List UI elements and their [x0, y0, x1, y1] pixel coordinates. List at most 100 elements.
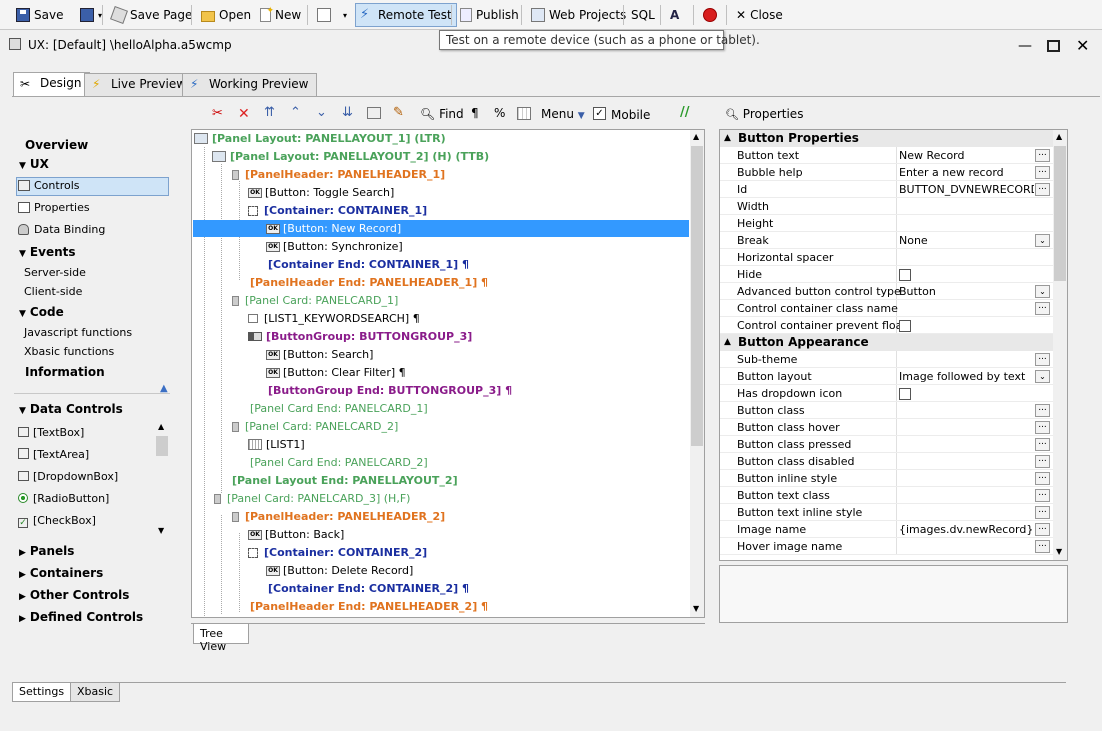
- percent-icon[interactable]: %: [494, 106, 505, 120]
- properties-scrollbar[interactable]: ▲ ▼: [1053, 130, 1067, 560]
- nav-code[interactable]: ▼ Code: [16, 303, 168, 321]
- nav-overview[interactable]: Overview: [16, 136, 168, 154]
- scroll-down-icon[interactable]: ▼: [158, 526, 164, 535]
- scroll-down-icon[interactable]: ▼: [1056, 547, 1062, 556]
- tree-row[interactable]: [ButtonGroup: BUTTONGROUP_3]: [248, 328, 472, 345]
- data-controls-scrollbar[interactable]: ▲ ▼: [155, 420, 169, 538]
- tree-row[interactable]: [LIST1_KEYWORDSEARCH] ¶: [248, 310, 420, 327]
- tree-row-selected[interactable]: OK [Button: New Record]: [193, 220, 689, 237]
- prop-row[interactable]: Id BUTTON_DVNEWRECORD...: [720, 181, 1054, 198]
- nav-data-controls[interactable]: ▼ Data Controls: [16, 400, 168, 418]
- tab-live-preview[interactable]: ⚡ Live Preview: [84, 73, 196, 97]
- tree-row[interactable]: [PanelHeader End: PANELHEADER_2] ¶: [250, 598, 488, 615]
- nav-ux[interactable]: ▼ UX: [16, 155, 168, 173]
- nav-server-side[interactable]: Server-side: [24, 266, 86, 279]
- ellipsis-button[interactable]: ...: [1035, 455, 1050, 468]
- scroll-thumb[interactable]: [691, 146, 703, 446]
- tree-row[interactable]: [PanelHeader End: PANELHEADER_1] ¶: [250, 274, 488, 291]
- prop-row[interactable]: Width: [720, 198, 1054, 215]
- hide-checkbox[interactable]: [899, 269, 911, 281]
- tree-row[interactable]: [PanelHeader: PANELHEADER_1]: [232, 166, 445, 183]
- tab-xbasic[interactable]: Xbasic: [70, 683, 121, 702]
- ellipsis-button[interactable]: ...: [1035, 302, 1050, 315]
- nav-properties[interactable]: Properties: [18, 201, 90, 214]
- nav-controls[interactable]: Controls: [18, 179, 80, 192]
- tree-row[interactable]: [PanelHeader: PANELHEADER_2]: [232, 508, 445, 525]
- dc-textarea[interactable]: [TextArea]: [18, 448, 89, 461]
- prop-row[interactable]: Hide: [720, 266, 1054, 283]
- tree-row[interactable]: [Panel Layout End: PANELLAYOUT_2]: [232, 472, 458, 489]
- prop-row[interactable]: Hover image name...: [720, 538, 1054, 555]
- tree-scrollbar[interactable]: ▲ ▼: [690, 130, 704, 617]
- maximize-icon[interactable]: [1047, 40, 1060, 52]
- ellipsis-button[interactable]: ...: [1035, 523, 1050, 536]
- prop-row[interactable]: Advanced button control type Button ⌄: [720, 283, 1054, 300]
- chevron-down-icon[interactable]: ⌄: [1035, 370, 1050, 383]
- dc-radiobutton[interactable]: [RadioButton]: [18, 492, 109, 505]
- scroll-up-icon[interactable]: ▲: [158, 422, 164, 431]
- text-format-button[interactable]: A: [666, 3, 688, 27]
- tree-row[interactable]: OK [Button: Search]: [266, 346, 373, 363]
- tab-settings[interactable]: Settings: [12, 683, 72, 702]
- prop-row[interactable]: Button text class...: [720, 487, 1054, 504]
- scroll-thumb[interactable]: [156, 436, 168, 456]
- move-down-icon[interactable]: ⌄: [316, 105, 327, 120]
- tree-row[interactable]: OK [Button: Toggle Search]: [248, 184, 394, 201]
- tree-row[interactable]: OK [Button: Synchronize]: [266, 238, 403, 255]
- prop-row[interactable]: Image name {images.dv.newRecord}...: [720, 521, 1054, 538]
- scroll-up-icon[interactable]: ▲: [693, 132, 699, 141]
- ellipsis-button[interactable]: ...: [1035, 353, 1050, 366]
- dc-textbox[interactable]: [TextBox]: [18, 426, 84, 439]
- ellipsis-button[interactable]: ...: [1035, 489, 1050, 502]
- prop-row[interactable]: Control container class name...: [720, 300, 1054, 317]
- tree-row[interactable]: [Panel Card: PANELCARD_2]: [232, 418, 398, 435]
- prop-row[interactable]: Button class pressed...: [720, 436, 1054, 453]
- prop-value[interactable]: Image followed by text: [899, 370, 1034, 383]
- grid-icon[interactable]: [517, 107, 531, 120]
- dropdown-icon-checkbox[interactable]: [899, 388, 911, 400]
- prop-row[interactable]: Button inline style...: [720, 470, 1054, 487]
- save-page-button[interactable]: Save Page: [108, 3, 196, 27]
- pilcrow-icon[interactable]: ¶: [471, 106, 479, 120]
- prop-row[interactable]: Break None ⌄: [720, 232, 1054, 249]
- close-button[interactable]: ✕ Close: [732, 3, 787, 27]
- ellipsis-button[interactable]: ...: [1035, 438, 1050, 451]
- tree-row[interactable]: [Container: CONTAINER_1]: [248, 202, 427, 219]
- prop-row[interactable]: Button class disabled...: [720, 453, 1054, 470]
- prop-row[interactable]: Height: [720, 215, 1054, 232]
- web-projects-button[interactable]: Web Projects: [527, 3, 630, 27]
- scroll-thumb[interactable]: [1054, 146, 1066, 281]
- outline-icon[interactable]: [367, 107, 381, 119]
- prop-row[interactable]: Button text New Record...: [720, 147, 1054, 164]
- tree-row[interactable]: [Panel Card End: PANELCARD_2]: [250, 454, 428, 471]
- prop-value[interactable]: {images.dv.newRecord}: [899, 523, 1034, 536]
- prop-row[interactable]: Horizontal spacer: [720, 249, 1054, 266]
- tree-row[interactable]: [Panel Card: PANELCARD_3] (H,F): [214, 490, 410, 507]
- prop-value[interactable]: New Record: [899, 149, 1034, 162]
- tree-row[interactable]: OK [Button: Back]: [248, 526, 344, 543]
- move-up-icon[interactable]: ⌃: [290, 105, 301, 120]
- chevron-down-icon[interactable]: ⌄: [1035, 234, 1050, 247]
- publish-button[interactable]: Publish: [456, 3, 523, 27]
- open-button[interactable]: Open: [197, 3, 255, 27]
- ellipsis-button[interactable]: ...: [1035, 183, 1050, 196]
- prop-row[interactable]: Sub-theme...: [720, 351, 1054, 368]
- ellipsis-button[interactable]: ...: [1035, 421, 1050, 434]
- stop-button[interactable]: [699, 3, 721, 27]
- sql-button[interactable]: SQL: [627, 3, 659, 27]
- ellipsis-button[interactable]: ...: [1035, 149, 1050, 162]
- tree-row[interactable]: [Container End: CONTAINER_1] ¶: [268, 256, 469, 273]
- prevent-float-checkbox[interactable]: [899, 320, 911, 332]
- ellipsis-button[interactable]: ...: [1035, 540, 1050, 553]
- tree-row[interactable]: [Panel Card End: PANELCARD_1]: [250, 400, 428, 417]
- prop-row[interactable]: Button layout Image followed by text ⌄: [720, 368, 1054, 385]
- nav-defined-controls[interactable]: ▶ Defined Controls: [16, 608, 168, 626]
- remote-test-button[interactable]: ⚡ Remote Test: [355, 3, 457, 27]
- ellipsis-button[interactable]: ...: [1035, 472, 1050, 485]
- prop-value[interactable]: BUTTON_DVNEWRECORD: [899, 183, 1034, 196]
- prop-value[interactable]: Button: [899, 285, 1034, 298]
- scroll-up-icon[interactable]: ▲: [1056, 132, 1062, 141]
- nav-xbasic-functions[interactable]: Xbasic functions: [24, 345, 114, 358]
- prop-row[interactable]: Bubble help Enter a new record...: [720, 164, 1054, 181]
- prop-row[interactable]: Button class...: [720, 402, 1054, 419]
